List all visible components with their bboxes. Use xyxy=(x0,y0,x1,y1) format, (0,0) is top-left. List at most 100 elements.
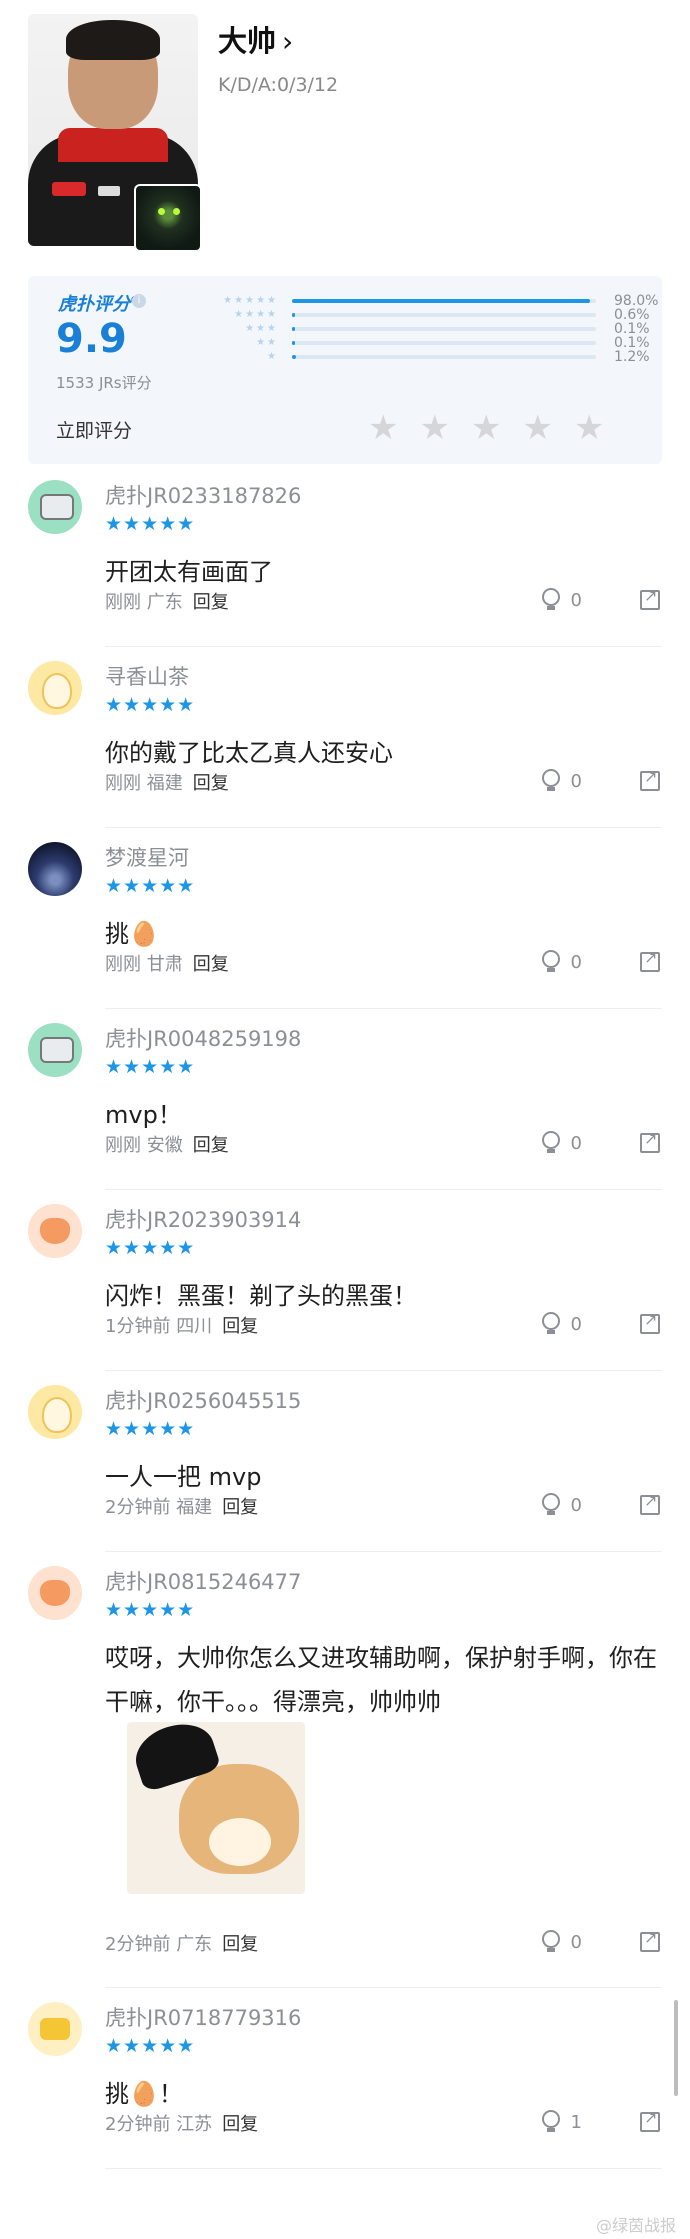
user-avatar[interactable] xyxy=(28,1566,82,1620)
lightbulb-icon xyxy=(541,950,561,972)
reply-button[interactable]: 回复 xyxy=(193,592,229,613)
comment-username[interactable]: 虎扑JR0718779316 xyxy=(105,2002,301,2032)
lightbulb-icon xyxy=(541,1131,561,1153)
scrollbar[interactable] xyxy=(674,2000,678,2096)
reply-button[interactable]: 回复 xyxy=(222,1497,258,1518)
share-icon[interactable] xyxy=(640,1928,660,1952)
reply-button[interactable]: 回复 xyxy=(193,773,229,794)
lightbulb-icon xyxy=(541,1493,561,1515)
lightbulb-icon xyxy=(541,1312,561,1334)
comment-username[interactable]: 虎扑JR2023903914 xyxy=(105,1204,301,1234)
share-icon[interactable] xyxy=(640,586,660,610)
reply-button[interactable]: 回复 xyxy=(193,954,229,975)
distribution-percent: 1.2% xyxy=(614,349,650,365)
comment-username[interactable]: 虎扑JR0233187826 xyxy=(105,480,301,510)
lightbulb-icon xyxy=(541,1930,561,1952)
distribution-stars: ★★★★★ xyxy=(223,295,278,306)
comment-location: 四川 xyxy=(176,1316,213,1337)
comment-username[interactable]: 梦渡星河 xyxy=(105,842,189,872)
comment-item: 虎扑JR2023903914 ★★★★★ 闪炸！黑蛋！剃了头的黑蛋！ 1分钟前 四川回… xyxy=(28,1190,662,1371)
share-icon[interactable] xyxy=(640,1491,660,1515)
like-button[interactable]: 0 xyxy=(541,1493,582,1516)
info-icon[interactable]: i xyxy=(132,294,146,308)
comment-item: 虎扑JR0718779316 ★★★★★ 挑🥚！ 2分钟前 江苏 回复 1 xyxy=(28,1988,662,2169)
lightbulb-icon xyxy=(541,769,561,791)
like-button[interactable]: 0 xyxy=(541,769,582,792)
comment-item: 寻香山茶 ★★★★★ 你的戴了比太乙真人还安心 刚刚 福建 回复 0 xyxy=(28,647,662,828)
reply-button[interactable]: 回复 xyxy=(193,1135,229,1156)
comment-star-rating: ★★★★★ xyxy=(105,2035,196,2057)
rate-star-icon[interactable]: ★ xyxy=(471,408,501,448)
comment-username[interactable]: 虎扑JR0256045515 xyxy=(105,1385,301,1415)
comment-time: 2分钟前 xyxy=(105,2114,171,2135)
comment-meta: 刚刚 甘肃 回复 xyxy=(105,950,229,976)
like-button[interactable]: 0 xyxy=(541,1312,582,1335)
like-button[interactable]: 0 xyxy=(541,1131,582,1154)
comment-time: 刚刚 xyxy=(105,773,141,794)
distribution-bar xyxy=(292,313,596,317)
like-button[interactable]: 0 xyxy=(541,588,582,611)
comment-location: 广东 xyxy=(146,592,183,613)
comment-star-rating: ★★★★★ xyxy=(105,875,196,897)
player-name-text: 大帅 xyxy=(218,24,277,58)
watermark: @绿茵战报 xyxy=(595,2216,676,2235)
distribution-percent: 0.6% xyxy=(614,307,650,323)
share-icon[interactable] xyxy=(640,2108,660,2132)
rate-star-icon[interactable]: ★ xyxy=(574,408,604,448)
reply-button[interactable]: 回复 xyxy=(222,1316,258,1337)
distribution-bar xyxy=(292,327,596,331)
comment-star-rating: ★★★★★ xyxy=(105,1418,196,1440)
user-avatar[interactable] xyxy=(28,2002,82,2056)
reply-button[interactable]: 回复 xyxy=(222,1934,258,1955)
rating-card: 虎扑评分® i 9.9 1533 JRs评分 ★★★★★98.0%★★★★0.6… xyxy=(28,276,662,464)
doge-meme-image[interactable] xyxy=(127,1722,305,1894)
user-avatar[interactable] xyxy=(28,1204,82,1258)
rate-star-icon[interactable]: ★ xyxy=(419,408,449,448)
rate-stars[interactable]: ★ ★ ★ ★ ★ xyxy=(368,408,625,448)
user-avatar[interactable] xyxy=(28,1385,82,1439)
comment-star-rating: ★★★★★ xyxy=(105,694,196,716)
distribution-bar xyxy=(292,341,596,345)
like-count: 0 xyxy=(570,771,582,792)
average-score: 9.9 xyxy=(56,316,127,362)
share-icon[interactable] xyxy=(640,767,660,791)
reply-button[interactable]: 回复 xyxy=(222,2114,258,2135)
distribution-stars: ★ xyxy=(267,351,278,362)
comment-username[interactable]: 虎扑JR0048259198 xyxy=(105,1023,301,1053)
rate-star-icon[interactable]: ★ xyxy=(522,408,552,448)
distribution-bar-fill xyxy=(292,313,295,317)
like-button[interactable]: 0 xyxy=(541,1930,582,1953)
rating-count: 1533 JRs评分 xyxy=(56,374,152,392)
comment-meta: 2分钟前 广东 回复 xyxy=(105,1930,258,1956)
rate-star-icon[interactable]: ★ xyxy=(368,408,398,448)
user-avatar[interactable] xyxy=(28,842,82,896)
distribution-row: ★★ 0.1% xyxy=(178,336,658,350)
hupu-rating-logo: 虎扑评分® xyxy=(58,294,140,315)
comment-time: 1分钟前 xyxy=(105,1316,171,1337)
share-icon[interactable] xyxy=(640,1129,660,1153)
share-icon[interactable] xyxy=(640,948,660,972)
distribution-bar xyxy=(292,299,596,303)
comment-item: 梦渡星河 ★★★★★ 挑🥚 刚刚 甘肃 回复 0 xyxy=(28,828,662,1009)
comment-star-rating: ★★★★★ xyxy=(105,1237,196,1259)
distribution-bar xyxy=(292,355,596,359)
player-header: 大帅 › K/D/A:0/3/12 xyxy=(0,0,690,270)
user-avatar[interactable] xyxy=(28,480,82,534)
like-button[interactable]: 0 xyxy=(541,950,582,973)
comment-location: 甘肃 xyxy=(146,954,183,975)
like-count: 0 xyxy=(570,1314,582,1335)
comment-meta: 2分钟前 福建 回复 xyxy=(105,1493,258,1519)
comment-item: 虎扑JR0233187826 ★★★★★ 开团太有画面了 刚刚 广东 回复 0 xyxy=(28,466,662,647)
comment-meta: 2分钟前 江苏 回复 xyxy=(105,2110,258,2136)
comment-location: 安徽 xyxy=(146,1135,183,1156)
comment-item: 虎扑JR0256045515 ★★★★★ 一人一把 mvp 2分钟前 福建 回复 0 xyxy=(28,1371,662,1552)
user-avatar[interactable] xyxy=(28,1023,82,1077)
player-name[interactable]: 大帅 › xyxy=(218,18,293,60)
comment-meta: 刚刚 广东 回复 xyxy=(105,588,229,614)
distribution-bar-fill xyxy=(292,327,295,331)
share-icon[interactable] xyxy=(640,1310,660,1334)
like-button[interactable]: 1 xyxy=(541,2110,582,2133)
comment-username[interactable]: 虎扑JR0815246477 xyxy=(105,1566,301,1596)
comment-username[interactable]: 寻香山茶 xyxy=(105,661,189,691)
user-avatar[interactable] xyxy=(28,661,82,715)
